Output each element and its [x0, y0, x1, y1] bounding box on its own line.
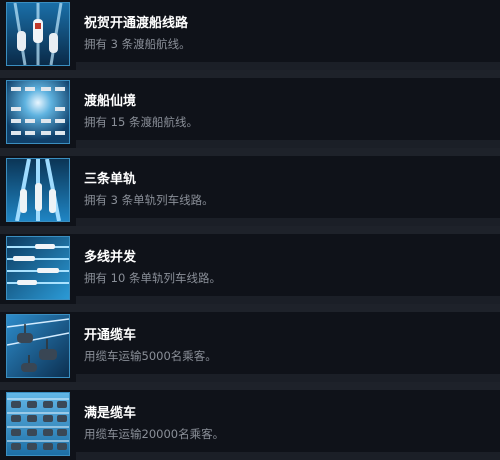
achievement-title: 三条单轨 — [84, 172, 137, 187]
achievement-description: 拥有 15 条渡船航线。 — [84, 115, 198, 129]
achievement-description: 拥有 3 条渡船航线。 — [84, 37, 191, 51]
achievement-description: 用缆车运输5000名乘客。 — [84, 349, 217, 363]
achievement-row: 祝贺开通渡船线路 拥有 3 条渡船航线。 — [0, 0, 500, 70]
cable-car-fleet-icon — [6, 392, 70, 456]
achievement-list: 祝贺开通渡船线路 拥有 3 条渡船航线。 渡船仙境 拥有 15 条渡船航线。 三… — [0, 0, 500, 460]
monorail-lines-icon — [6, 158, 70, 222]
achievement-title: 开通缆车 — [84, 328, 137, 343]
achievement-row: 渡船仙境 拥有 15 条渡船航线。 — [0, 78, 500, 148]
achievement-row: 多线并发 拥有 10 条单轨列车线路。 — [0, 234, 500, 304]
achievement-title: 祝贺开通渡船线路 — [84, 16, 189, 31]
achievement-row: 满是缆车 用缆车运输20000名乘客。 — [0, 390, 500, 460]
achievement-title: 满是缆车 — [84, 406, 137, 421]
achievement-description: 用缆车运输20000名乘客。 — [84, 427, 225, 441]
achievement-row: 开通缆车 用缆车运输5000名乘客。 — [0, 312, 500, 382]
achievement-title: 渡船仙境 — [84, 94, 137, 109]
ferry-lanes-icon — [6, 2, 70, 66]
achievement-title: 多线并发 — [84, 250, 137, 265]
monorail-fleet-icon — [6, 236, 70, 300]
ferry-fleet-icon — [6, 80, 70, 144]
cable-car-icon — [6, 314, 70, 378]
achievement-description: 拥有 10 条单轨列车线路。 — [84, 271, 221, 285]
achievement-row: 三条单轨 拥有 3 条单轨列车线路。 — [0, 156, 500, 226]
achievement-description: 拥有 3 条单轨列车线路。 — [84, 193, 214, 207]
